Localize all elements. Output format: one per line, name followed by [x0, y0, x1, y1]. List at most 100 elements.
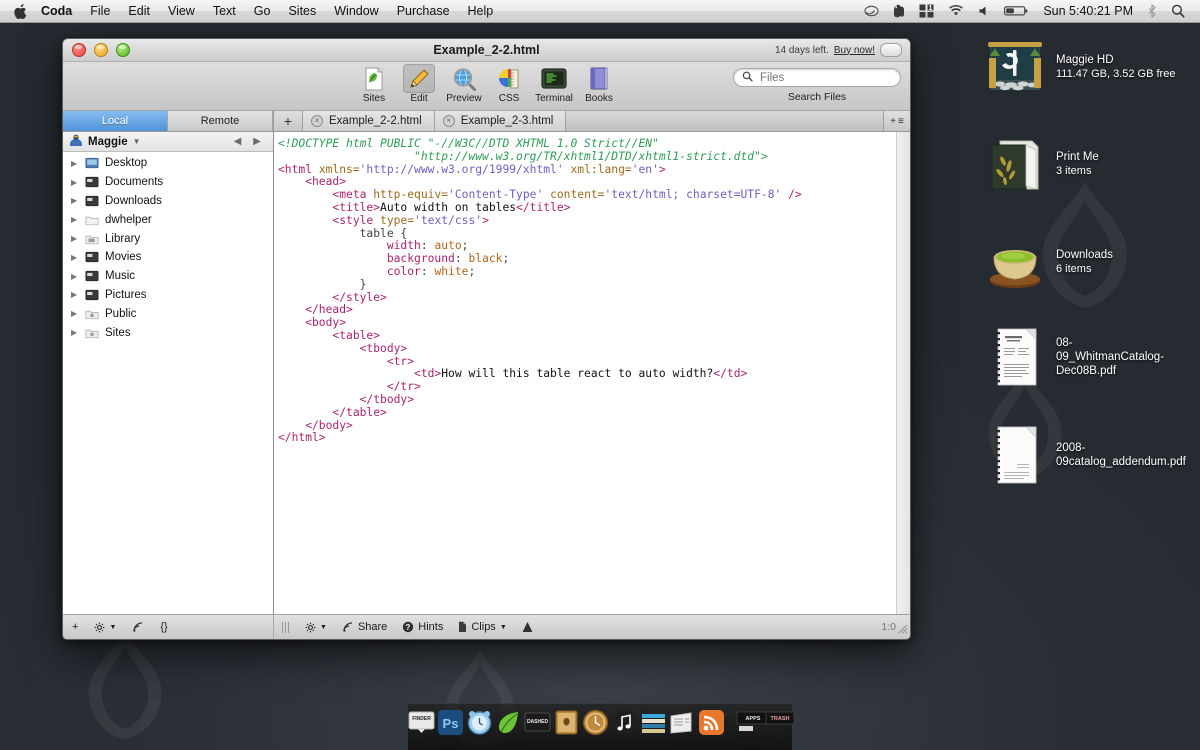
- sidebar-item-sites[interactable]: ▶ Sites: [63, 323, 273, 342]
- add-file-button[interactable]: +: [63, 615, 85, 639]
- disclosure-triangle-icon[interactable]: ▶: [71, 253, 79, 262]
- menu-item-sites[interactable]: Sites: [279, 0, 325, 22]
- close-button[interactable]: [72, 43, 86, 57]
- tab-local[interactable]: Local: [63, 111, 168, 131]
- editor-vertical-scrollbar[interactable]: [896, 132, 910, 614]
- sidebar-share-button[interactable]: [125, 615, 151, 639]
- validator-warning-button[interactable]: [515, 615, 540, 639]
- dock-item-newspaper[interactable]: [669, 709, 696, 736]
- toolbar-button-preview[interactable]: Preview: [442, 64, 487, 104]
- new-tab-button[interactable]: +: [274, 111, 303, 131]
- editor-actions-gear-button[interactable]: ▼: [298, 615, 334, 639]
- sidebar-item-desktop[interactable]: ▶ Desktop: [63, 154, 273, 173]
- sidebar-item-movies[interactable]: ▶ Movies: [63, 248, 273, 267]
- sidebar-braces-button[interactable]: {}: [153, 615, 174, 639]
- volume-icon[interactable]: [971, 5, 997, 17]
- disclosure-triangle-icon[interactable]: ▶: [71, 234, 79, 243]
- tab-overflow-menu-button[interactable]: + ≡: [884, 111, 910, 131]
- minimize-button[interactable]: [94, 43, 108, 57]
- menu-item-view[interactable]: View: [159, 0, 204, 22]
- close-icon[interactable]: ×: [442, 115, 455, 127]
- resize-grip[interactable]: [896, 622, 908, 637]
- dock-item-coda[interactable]: [495, 709, 522, 736]
- code-editor[interactable]: <!DOCTYPE html PUBLIC "-//W3C//DTD XHTML…: [274, 132, 910, 614]
- back-icon[interactable]: ◀: [234, 136, 242, 147]
- toolbar-button-edit[interactable]: Edit: [397, 64, 442, 104]
- sidebar-item-documents[interactable]: ▶ Documents: [63, 173, 273, 192]
- dock-item-itunes[interactable]: [611, 709, 638, 736]
- toolbar-button-books[interactable]: Books: [577, 64, 622, 104]
- dock-item-dashboard[interactable]: DASHED: [524, 709, 551, 736]
- code-token: </tbody>: [278, 392, 415, 406]
- evernote-icon[interactable]: [886, 4, 912, 18]
- menu-bar-clock[interactable]: Sun 5:40:21 PM: [1035, 4, 1141, 18]
- menu-item-go[interactable]: Go: [245, 0, 280, 22]
- sidebar-header[interactable]: Maggie ▼ ◀ ▶: [63, 132, 273, 152]
- apple-logo-icon[interactable]: [0, 3, 39, 19]
- bluetooth-icon[interactable]: [1141, 4, 1164, 18]
- wifi-icon[interactable]: [941, 4, 971, 18]
- search-files-field[interactable]: [733, 68, 901, 87]
- dock-item-photoshop[interactable]: Ps: [437, 709, 464, 736]
- eject-disc-icon[interactable]: [857, 5, 886, 17]
- menu-item-window[interactable]: Window: [325, 0, 387, 22]
- desktop-icon-downloads[interactable]: Downloads 6 items: [984, 231, 1194, 293]
- editor-tab-example-2-3[interactable]: × Example_2-3.html: [434, 111, 567, 131]
- dock-item-alarm-clock[interactable]: [466, 709, 493, 736]
- disclosure-triangle-icon[interactable]: ▶: [71, 328, 79, 337]
- dock-item-books[interactable]: [640, 709, 667, 736]
- buy-now-link[interactable]: Buy now!: [834, 45, 875, 56]
- search-input[interactable]: [758, 70, 892, 85]
- desktop-icon-print-me[interactable]: Print Me 3 items: [984, 133, 1194, 195]
- disclosure-triangle-icon[interactable]: ▶: [71, 196, 79, 205]
- menu-item-file[interactable]: File: [81, 0, 119, 22]
- dock-item-finder[interactable]: FINDER: [408, 709, 435, 736]
- zoom-button[interactable]: [116, 43, 130, 57]
- disclosure-triangle-icon[interactable]: ▶: [71, 215, 79, 224]
- menu-item-text[interactable]: Text: [204, 0, 245, 22]
- disclosure-triangle-icon[interactable]: ▶: [71, 272, 79, 281]
- menu-item-edit[interactable]: Edit: [119, 0, 159, 22]
- hints-button[interactable]: ? Hints: [395, 615, 450, 639]
- tab-remote[interactable]: Remote: [168, 111, 273, 131]
- spaces-icon[interactable]: 1: [912, 4, 941, 18]
- toolbar-toggle-button[interactable]: [880, 43, 902, 57]
- dock-item-address-book[interactable]: [553, 709, 580, 736]
- sidebar-item-pictures[interactable]: ▶ Pictures: [63, 286, 273, 305]
- editor-tab-example-2-2[interactable]: × Example_2-2.html: [303, 111, 435, 131]
- sidebar-item-music[interactable]: ▶ Music: [63, 267, 273, 286]
- sidebar-item-dwhelper[interactable]: ▶ dwhelper: [63, 210, 273, 229]
- toolbar-button-css[interactable]: CSS: [487, 64, 532, 104]
- menu-item-purchase[interactable]: Purchase: [388, 0, 459, 22]
- code-editor-content[interactable]: <!DOCTYPE html PUBLIC "-//W3C//DTD XHTML…: [274, 132, 896, 614]
- sidebar-item-library[interactable]: ▶ Library: [63, 229, 273, 248]
- disclosure-triangle-icon[interactable]: ▶: [71, 290, 79, 299]
- forward-icon[interactable]: ▶: [253, 136, 261, 147]
- dock-stack-apps[interactable]: APPS: [736, 709, 770, 736]
- chevron-down-icon[interactable]: ▼: [133, 137, 141, 146]
- spotlight-search-icon[interactable]: [1164, 4, 1192, 18]
- dock-item-rss[interactable]: [698, 709, 725, 736]
- disclosure-triangle-icon[interactable]: ▶: [71, 178, 79, 187]
- coda-application-window[interactable]: Example_2-2.html 14 days left. Buy now! …: [62, 38, 911, 640]
- window-titlebar[interactable]: Example_2-2.html 14 days left. Buy now!: [63, 39, 910, 62]
- share-button[interactable]: Share: [335, 615, 394, 639]
- desktop-icon-whitman-catalog-pdf[interactable]: 08-09_WhitmanCatalog-Dec08B.pdf: [984, 326, 1194, 388]
- desktop-icon-maggie-hd[interactable]: Maggie HD 111.47 GB, 3.52 GB free: [984, 36, 1194, 98]
- dock-item-time-machine[interactable]: [582, 709, 609, 736]
- split-handle[interactable]: [282, 621, 289, 633]
- clips-button[interactable]: Clips ▼: [451, 615, 513, 639]
- desktop-icon-catalog-addendum-pdf[interactable]: 2008-09catalog_addendum.pdf: [984, 424, 1194, 486]
- battery-icon[interactable]: [997, 5, 1035, 17]
- menu-item-coda[interactable]: Coda: [39, 0, 81, 22]
- sidebar-item-public[interactable]: ▶ Public: [63, 304, 273, 323]
- dock-stack-trash[interactable]: TRASH: [765, 709, 795, 736]
- toolbar-button-sites[interactable]: Sites: [352, 64, 397, 104]
- disclosure-triangle-icon[interactable]: ▶: [71, 159, 79, 168]
- menu-item-help[interactable]: Help: [459, 0, 503, 22]
- sidebar-actions-gear-button[interactable]: ▼: [87, 615, 123, 639]
- sidebar-item-downloads[interactable]: ▶ Downloads: [63, 192, 273, 211]
- toolbar-button-terminal[interactable]: Terminal: [532, 64, 577, 104]
- disclosure-triangle-icon[interactable]: ▶: [71, 309, 79, 318]
- close-icon[interactable]: ×: [311, 115, 323, 127]
